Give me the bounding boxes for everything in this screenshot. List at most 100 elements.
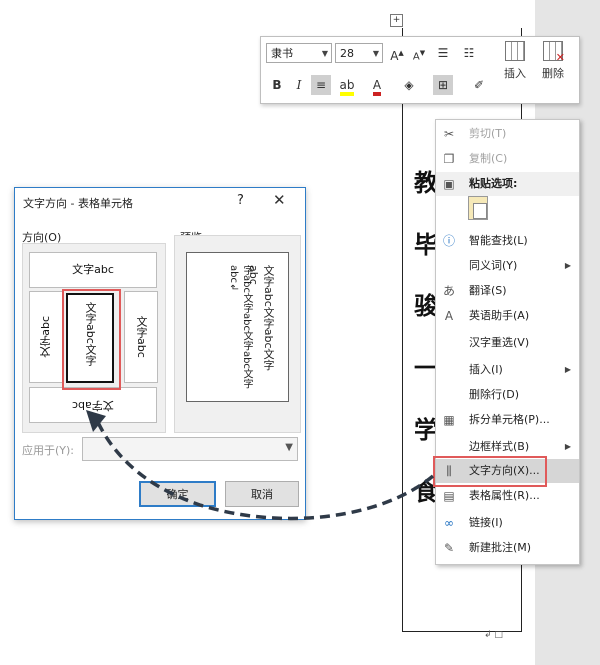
submenu-arrow-icon: ▶ — [564, 442, 571, 451]
highlight-annotation-box — [62, 289, 121, 390]
context-menu: ✂ 剪切(T) ❐ 复制(C) ▣ 粘贴选项: ⓘ 智能查找(L) 同义词(Y) ▶ あ 翻… — [435, 119, 580, 565]
numbering-icon: ☷ — [463, 46, 475, 60]
bold-button[interactable]: B — [267, 75, 287, 95]
format-painter-button[interactable]: ✐ — [469, 75, 489, 95]
menu-item-label: 链接(I) — [469, 516, 503, 529]
menu-item-label: 同义词(Y) — [469, 259, 518, 272]
align-center-icon: ≡ — [315, 78, 327, 92]
menu-item-smart-lookup[interactable]: ⓘ 智能查找(L) — [436, 229, 579, 253]
preview-page: 文字abc文字abc文字abc 字abc文字abc文字abc文字abc↲ — [186, 252, 289, 402]
font-size-select[interactable]: 28 ▼ — [335, 43, 383, 63]
highlight-button[interactable]: ab — [335, 75, 359, 96]
ok-button[interactable]: 确定 — [139, 481, 216, 507]
italic-button[interactable]: I — [289, 75, 309, 95]
font-color-icon: A — [372, 78, 382, 96]
menu-item-copy[interactable]: ❐ 复制(C) — [436, 147, 579, 171]
menu-item-english-assistant[interactable]: A 英语助手(A) — [436, 304, 579, 328]
apply-to-select[interactable]: ▼ — [82, 437, 298, 461]
menu-item-split-cells[interactable]: ▦ 拆分单元格(P)... — [436, 408, 579, 432]
cut-icon: ✂ — [443, 127, 455, 141]
menu-item-paste-options: ▣ 粘贴选项: — [436, 172, 579, 196]
menu-item-label: 剪切(T) — [469, 127, 507, 140]
chevron-down-icon: ▼ — [285, 442, 293, 453]
table-move-handle-icon[interactable]: + — [390, 14, 403, 27]
option-text: 文字abc — [135, 316, 148, 358]
paint-bucket-icon: ◈ — [404, 78, 414, 92]
menu-item-cut[interactable]: ✂ 剪切(T) — [436, 122, 579, 146]
menu-item-new-comment[interactable]: ✎ 新建批注(M) — [436, 536, 579, 560]
option-text: 文字abc — [39, 316, 52, 358]
orientation-option-vertical-up[interactable]: 文字abc — [29, 291, 63, 383]
menu-item-label: 汉字重选(V) — [469, 336, 530, 349]
menu-item-label: 粘贴选项: — [469, 177, 518, 190]
borders-icon: ⊞ — [437, 78, 449, 92]
table-border-bottom — [402, 631, 522, 632]
menu-item-label: 复制(C) — [469, 152, 508, 165]
menu-item-label: 新建批注(M) — [469, 541, 532, 554]
apply-to-label: 应用于(Y): — [22, 444, 75, 457]
preview-text: 字abc文字abc文字abc文字abc↲ — [228, 265, 252, 389]
orientation-option-horizontal-flipped[interactable]: 文字abc — [29, 387, 157, 423]
highlighter-icon: ab — [339, 78, 355, 96]
paste-keep-source-icon[interactable] — [468, 196, 488, 220]
option-text: 文字abc — [72, 263, 114, 276]
option-text: 文字abc — [72, 399, 114, 412]
shading-button[interactable]: ◈ — [399, 75, 419, 95]
menu-item-label: 表格属性(R)... — [469, 489, 540, 502]
insert-label: 插入 — [504, 67, 526, 80]
cancel-button[interactable]: 取消 — [225, 481, 299, 507]
submenu-arrow-icon: ▶ — [564, 261, 571, 270]
menu-item-table-properties[interactable]: ▤ 表格属性(R)... — [436, 484, 579, 508]
chevron-down-icon: ▼ — [321, 49, 328, 58]
menu-item-label: 删除行(D) — [469, 388, 520, 401]
link-icon: ∞ — [444, 516, 454, 530]
menu-item-reconvert[interactable]: 汉字重选(V) — [436, 331, 579, 355]
paste-icon: ▣ — [443, 177, 455, 191]
new-comment-icon: ✎ — [443, 541, 455, 555]
menu-item-label: 英语助手(A) — [469, 309, 530, 322]
delete-table-icon: ✕ — [543, 41, 565, 63]
font-size-value: 28 — [340, 47, 354, 60]
dialog-title: 文字方向 - 表格单元格 — [23, 197, 133, 210]
menu-item-synonyms[interactable]: 同义词(Y) ▶ — [436, 254, 579, 278]
insert-table-icon — [505, 41, 525, 61]
shrink-font-button[interactable]: A▼ — [409, 43, 429, 63]
shrink-font-icon: A — [412, 51, 420, 63]
menu-item-label: 智能查找(L) — [469, 234, 528, 247]
orientation-option-horizontal[interactable]: 文字abc — [29, 252, 157, 288]
bullets-button[interactable]: ☰ — [433, 43, 453, 63]
delete-label: 删除 — [542, 67, 564, 80]
translate-icon: あ — [442, 284, 455, 298]
bullets-icon: ☰ — [437, 46, 449, 60]
font-name-value: 隶书 — [271, 47, 293, 60]
smart-lookup-icon: ⓘ — [442, 234, 455, 248]
align-center-button[interactable]: ≡ — [311, 75, 331, 95]
table-properties-icon: ▤ — [443, 489, 455, 503]
insert-button[interactable]: 插入 — [497, 41, 533, 81]
close-button[interactable]: ✕ — [273, 191, 286, 209]
menu-item-link[interactable]: ∞ 链接(I) — [436, 511, 579, 535]
chevron-down-icon: ▼ — [372, 49, 379, 58]
end-of-cell-mark: ↲ □ — [484, 630, 503, 640]
menu-item-label: 拆分单元格(P)... — [469, 413, 550, 426]
english-assistant-icon: A — [444, 309, 454, 323]
grow-font-button[interactable]: A▲ — [387, 43, 407, 63]
delete-button[interactable]: ✕ 删除 — [535, 41, 571, 81]
format-painter-icon: ✐ — [473, 78, 485, 92]
submenu-arrow-icon: ▶ — [564, 365, 571, 374]
font-name-select[interactable]: 隶书 ▼ — [266, 43, 332, 63]
orientation-option-vertical-down[interactable]: 文字abc — [124, 291, 158, 383]
menu-item-label: 翻译(S) — [469, 284, 507, 297]
numbering-button[interactable]: ☷ — [459, 43, 479, 63]
font-color-button[interactable]: A — [367, 75, 387, 96]
highlight-annotation-box — [433, 456, 547, 487]
menu-item-translate[interactable]: あ 翻译(S) — [436, 279, 579, 303]
mini-toolbar: 隶书 ▼ 28 ▼ A▲ A▼ ☰ ☷ 插入 ✕ 删除 B I ≡ ab A ◈… — [260, 36, 580, 104]
menu-item-label: 插入(I) — [469, 363, 503, 376]
menu-item-delete-row[interactable]: 删除行(D) — [436, 383, 579, 407]
menu-item-insert[interactable]: 插入(I) ▶ — [436, 358, 579, 382]
borders-button[interactable]: ⊞ — [433, 75, 453, 95]
copy-icon: ❐ — [443, 152, 455, 166]
table-border-left — [402, 28, 403, 632]
help-button[interactable]: ? — [237, 193, 244, 208]
